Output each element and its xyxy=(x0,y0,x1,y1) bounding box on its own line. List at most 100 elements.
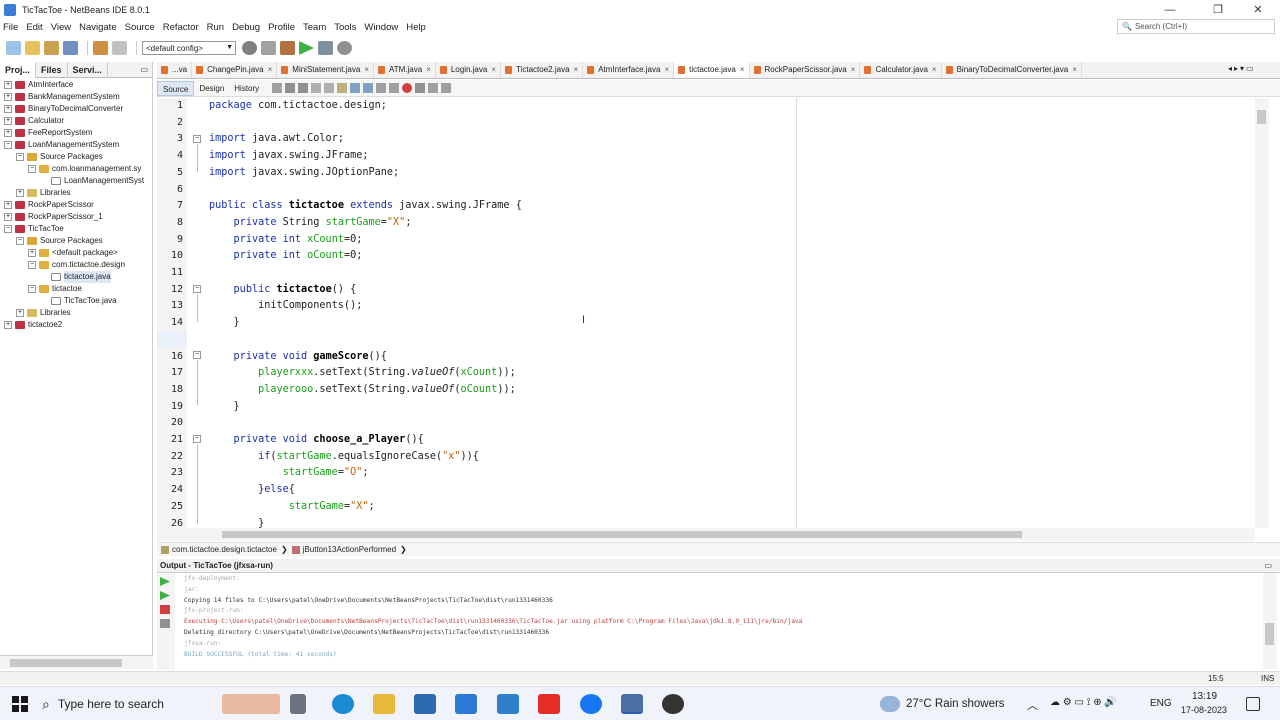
tab-files[interactable]: Files xyxy=(36,61,68,78)
code-line[interactable]: public tictactoe() { xyxy=(209,284,357,295)
tree-node[interactable]: + Libraries xyxy=(0,307,152,319)
search-input[interactable]: 🔍 Search (Ctrl+I) xyxy=(1117,19,1275,34)
menu-navigate[interactable]: Navigate xyxy=(76,22,122,33)
scroll-tabs-right-icon[interactable]: ▸ xyxy=(1234,64,1238,76)
code-line[interactable]: startGame="X"; xyxy=(209,501,375,512)
debug-icon[interactable] xyxy=(318,41,333,55)
netbeans-taskbar-icon[interactable] xyxy=(621,694,643,714)
tree-node[interactable]: + FeeReportSystem xyxy=(0,127,152,139)
close-tab-icon[interactable]: × xyxy=(851,62,856,78)
view-history-tab[interactable]: History xyxy=(229,81,264,96)
profile-icon[interactable] xyxy=(337,41,352,55)
config-select[interactable]: <default config> ▼ xyxy=(142,41,236,55)
maximize-button[interactable]: ❐ xyxy=(1196,0,1240,19)
expand-icon[interactable]: + xyxy=(4,117,12,125)
run-icon[interactable] xyxy=(299,41,314,55)
output-tab[interactable]: Output - TicTacToe (jfxsa-run) xyxy=(160,561,273,570)
new-file-icon[interactable] xyxy=(6,41,21,55)
editor-tab[interactable]: tictactoe.java × xyxy=(674,62,750,78)
breadcrumb-method[interactable]: jButton13ActionPerformed xyxy=(288,545,400,554)
close-tab-icon[interactable]: × xyxy=(664,62,669,78)
editor-tab[interactable]: BinaryToDecimalConverter.java × xyxy=(942,62,1082,78)
collapse-icon[interactable]: − xyxy=(28,165,36,173)
language-indicator[interactable]: ENG xyxy=(1150,698,1172,709)
tree-node[interactable]: + Calculator xyxy=(0,115,152,127)
fold-toggle-icon[interactable]: − xyxy=(193,135,201,143)
fold-toggle-icon[interactable]: − xyxy=(193,285,201,293)
collapse-icon[interactable]: − xyxy=(28,261,36,269)
expand-icon[interactable]: + xyxy=(4,201,12,209)
tree-node[interactable]: + <default package> xyxy=(0,247,152,259)
windows-start-icon[interactable] xyxy=(12,696,28,712)
tree-node[interactable]: TicTacToe.java xyxy=(0,295,152,307)
tree-node[interactable]: + RockPaperScissor xyxy=(0,199,152,211)
build-hammer-icon[interactable] xyxy=(261,41,276,55)
menu-source[interactable]: Source xyxy=(122,22,160,33)
menu-refactor[interactable]: Refactor xyxy=(160,22,204,33)
clock-date[interactable]: 17-08-2023 xyxy=(1181,705,1227,715)
find-next-icon[interactable] xyxy=(324,83,335,93)
stop-macro-icon[interactable] xyxy=(415,83,426,93)
editor-tab[interactable]: ATM.java × xyxy=(374,62,436,78)
menu-tools[interactable]: Tools xyxy=(331,22,361,33)
code-line[interactable]: } xyxy=(209,518,264,529)
editor-vertical-scrollbar[interactable] xyxy=(1255,98,1269,528)
code-line[interactable]: import javax.swing.JFrame; xyxy=(209,150,368,161)
expand-icon[interactable]: + xyxy=(16,189,24,197)
fold-toggle-icon[interactable]: − xyxy=(193,351,201,359)
code-line[interactable]: playerxxx.setText(String.valueOf(xCount)… xyxy=(209,367,516,378)
start-macro-icon[interactable] xyxy=(402,83,413,93)
tree-node[interactable]: + AtmInterface xyxy=(0,79,152,91)
tab-list-icon[interactable]: ▾ xyxy=(1240,64,1244,76)
toggle-highlight-icon[interactable] xyxy=(337,83,348,93)
code-line[interactable]: package com.tictactoe.design; xyxy=(209,100,387,111)
tree-node[interactable]: − Source Packages xyxy=(0,151,152,163)
last-edit-icon[interactable] xyxy=(272,83,283,93)
store-icon[interactable] xyxy=(414,694,436,714)
expand-icon[interactable]: + xyxy=(4,213,12,221)
task-view-icon[interactable] xyxy=(290,694,306,714)
collapse-icon[interactable]: − xyxy=(16,237,24,245)
tree-node[interactable]: + BankManagementSystem xyxy=(0,91,152,103)
chevron-up-icon[interactable]: ︿ xyxy=(1027,697,1038,713)
minimize-panel-icon[interactable]: ▭ xyxy=(140,65,152,74)
code-editor[interactable]: package com.tictactoe.design; import java… xyxy=(207,98,1255,528)
expand-icon[interactable]: + xyxy=(4,81,12,89)
output-scrollbar[interactable] xyxy=(1263,573,1277,669)
rerun-different-icon[interactable] xyxy=(160,591,170,600)
breadcrumb-class[interactable]: com.tictactoe.design.tictactoe xyxy=(157,545,281,554)
clock-time[interactable]: 13:19 xyxy=(1192,691,1217,702)
comment-icon[interactable] xyxy=(428,83,439,93)
fold-toggle-icon[interactable]: − xyxy=(193,435,201,443)
menu-debug[interactable]: Debug xyxy=(229,22,265,33)
close-button[interactable]: ✕ xyxy=(1236,0,1280,19)
code-line[interactable]: public class tictactoe extends javax.swi… xyxy=(209,200,522,211)
edge-browser-icon[interactable] xyxy=(332,694,354,714)
code-line[interactable]: private int xCount=0; xyxy=(209,234,363,245)
code-line[interactable]: startGame="O"; xyxy=(209,467,369,478)
collapse-icon[interactable]: − xyxy=(28,285,36,293)
new-project-icon[interactable] xyxy=(25,41,40,55)
code-line[interactable]: private String startGame="X"; xyxy=(209,217,412,228)
tree-node[interactable]: − Source Packages xyxy=(0,235,152,247)
close-tab-icon[interactable]: × xyxy=(740,62,745,78)
editor-tab[interactable]: ChangePin.java × xyxy=(192,62,278,78)
scroll-tabs-left-icon[interactable]: ◂ xyxy=(1228,64,1232,76)
vscode-icon[interactable] xyxy=(497,694,519,714)
close-tab-icon[interactable]: × xyxy=(932,62,937,78)
editor-tab[interactable]: Calculator.java × xyxy=(860,62,942,78)
menu-edit[interactable]: Edit xyxy=(23,22,47,33)
tab-services[interactable]: Servi... xyxy=(68,61,109,78)
close-tab-icon[interactable]: × xyxy=(426,62,431,78)
shift-right-icon[interactable] xyxy=(389,83,400,93)
code-line[interactable]: initComponents(); xyxy=(209,300,362,311)
close-tab-icon[interactable]: × xyxy=(1072,62,1077,78)
tree-node[interactable]: − com.tictactoe.design xyxy=(0,259,152,271)
menu-team[interactable]: Team xyxy=(300,22,331,33)
code-line[interactable]: }else{ xyxy=(209,484,295,495)
maximize-editor-icon[interactable]: ▭ xyxy=(1246,64,1254,76)
notification-icon[interactable] xyxy=(1246,697,1260,711)
expand-icon[interactable]: + xyxy=(28,249,36,257)
expand-icon[interactable]: + xyxy=(4,93,12,101)
close-tab-icon[interactable]: × xyxy=(268,62,273,78)
